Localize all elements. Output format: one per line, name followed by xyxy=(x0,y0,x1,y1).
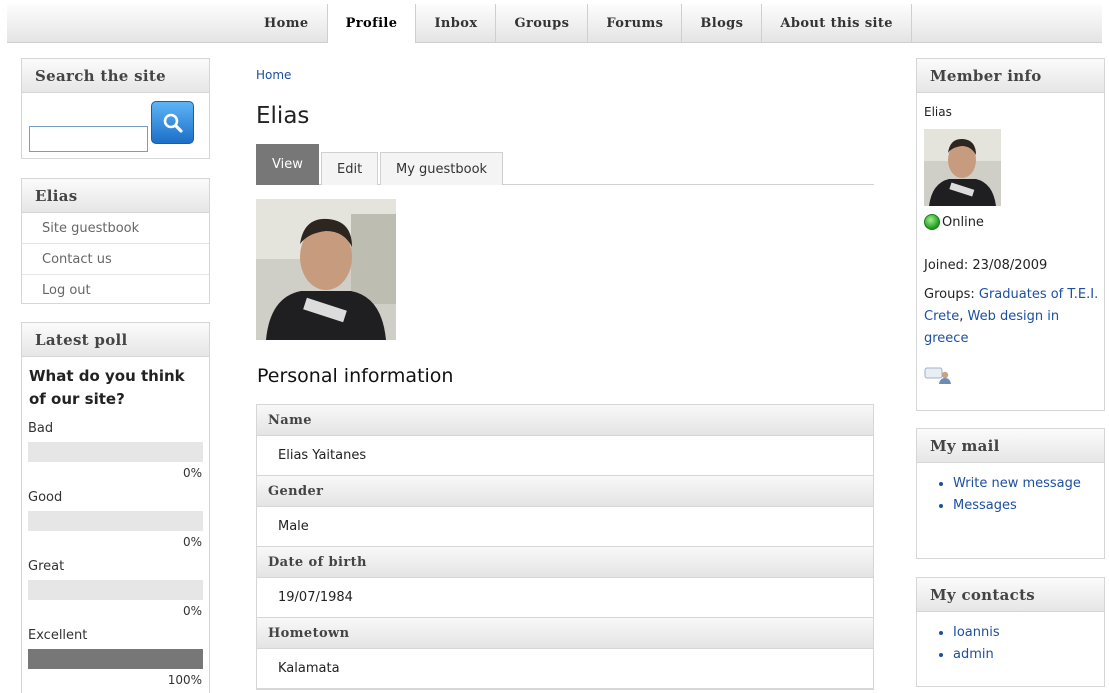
tab-view[interactable]: View xyxy=(256,144,319,185)
my-contacts-block: My contacts Ioannis admin xyxy=(916,577,1105,687)
poll-percent: 100% xyxy=(167,673,202,687)
add-contact-icon[interactable] xyxy=(924,365,952,385)
nav-about[interactable]: About this site xyxy=(762,4,912,43)
menu-item-log-out[interactable]: Log out xyxy=(22,275,209,306)
member-info-block: Member info Elias Online Joined: 23/08/2… xyxy=(916,58,1105,411)
tab-edit[interactable]: Edit xyxy=(321,152,379,185)
nav-profile[interactable]: Profile xyxy=(327,4,417,43)
search-input[interactable] xyxy=(29,126,148,152)
poll-percent: 0% xyxy=(182,604,202,618)
online-status-label: Online xyxy=(942,214,984,230)
mail-link-messages[interactable]: Messages xyxy=(953,495,1104,517)
nav-blogs[interactable]: Blogs xyxy=(682,4,763,43)
poll-choice: Good 0% xyxy=(22,490,209,559)
field-label: Date of birth xyxy=(257,547,873,578)
my-contacts-title: My contacts xyxy=(917,578,1104,612)
search-block: Search the site xyxy=(21,58,210,159)
nav-groups[interactable]: Groups xyxy=(496,4,589,43)
search-icon xyxy=(163,113,183,133)
menu-item-site-guestbook[interactable]: Site guestbook xyxy=(22,213,209,244)
field-value: Male xyxy=(257,507,873,547)
poll-choice-label: Good xyxy=(28,490,63,505)
user-menu-title: Elias xyxy=(22,179,209,213)
menu-item-contact-us[interactable]: Contact us xyxy=(22,244,209,275)
mail-link-write-new-message[interactable]: Write new message xyxy=(953,473,1104,495)
nav-forums[interactable]: Forums xyxy=(588,4,683,43)
online-status: Online xyxy=(924,214,984,230)
section-title: Personal information xyxy=(257,365,454,387)
field-label: Name xyxy=(257,405,873,436)
poll-bar xyxy=(28,511,203,531)
contact-link[interactable]: admin xyxy=(953,644,1104,666)
poll-percent: 0% xyxy=(182,535,202,549)
poll-choice-label: Bad xyxy=(28,421,54,436)
groups-label: Groups: xyxy=(924,287,979,302)
contact-link[interactable]: Ioannis xyxy=(953,622,1104,644)
poll-choice: Excellent 100% xyxy=(22,628,209,693)
member-groups: Groups: Graduates of T.E.I. Crete, Web d… xyxy=(924,287,1099,346)
nav-home[interactable]: Home xyxy=(246,4,328,43)
user-menu-block: Elias Site guestbook Contact us Log out xyxy=(21,178,210,304)
my-mail-block: My mail Write new message Messages xyxy=(916,428,1105,559)
field-label: Hometown xyxy=(257,618,873,649)
profile-photo xyxy=(256,199,396,340)
field-value: 19/07/1984 xyxy=(257,578,873,618)
poll-choice-label: Great xyxy=(28,559,65,574)
nav-inbox[interactable]: Inbox xyxy=(416,4,497,43)
poll-choice-label: Excellent xyxy=(28,628,88,643)
poll-block: Latest poll What do you think of our sit… xyxy=(21,322,210,693)
poll-question: What do you think of our site? xyxy=(29,367,185,408)
breadcrumb[interactable]: Home xyxy=(256,68,291,82)
field-label: Gender xyxy=(257,476,873,507)
tab-my-guestbook[interactable]: My guestbook xyxy=(380,152,504,185)
field-value: Elias Yaitanes xyxy=(257,436,873,476)
poll-bar xyxy=(28,442,203,462)
member-joined: Joined: 23/08/2009 xyxy=(924,258,1048,273)
search-block-title: Search the site xyxy=(22,59,209,93)
my-mail-title: My mail xyxy=(917,429,1104,463)
profile-tabs: View Edit My guestbook xyxy=(256,144,874,185)
poll-title: Latest poll xyxy=(22,323,209,357)
member-avatar[interactable] xyxy=(924,129,1001,206)
online-icon xyxy=(924,214,940,230)
poll-bar-fill xyxy=(28,649,203,669)
top-navigation: Home Profile Inbox Groups Forums Blogs A… xyxy=(7,4,1102,43)
poll-choice: Bad 0% xyxy=(22,421,209,490)
poll-bar xyxy=(28,649,203,669)
poll-percent: 0% xyxy=(182,466,202,480)
personal-info-table: Name Elias Yaitanes Gender Male Date of … xyxy=(256,404,874,690)
poll-choice: Great 0% xyxy=(22,559,209,628)
page-title: Elias xyxy=(256,103,310,129)
member-name: Elias xyxy=(924,105,952,119)
poll-bar xyxy=(28,580,203,600)
member-info-title: Member info xyxy=(917,59,1104,93)
search-button[interactable] xyxy=(151,101,194,144)
field-value: Kalamata xyxy=(257,649,873,689)
